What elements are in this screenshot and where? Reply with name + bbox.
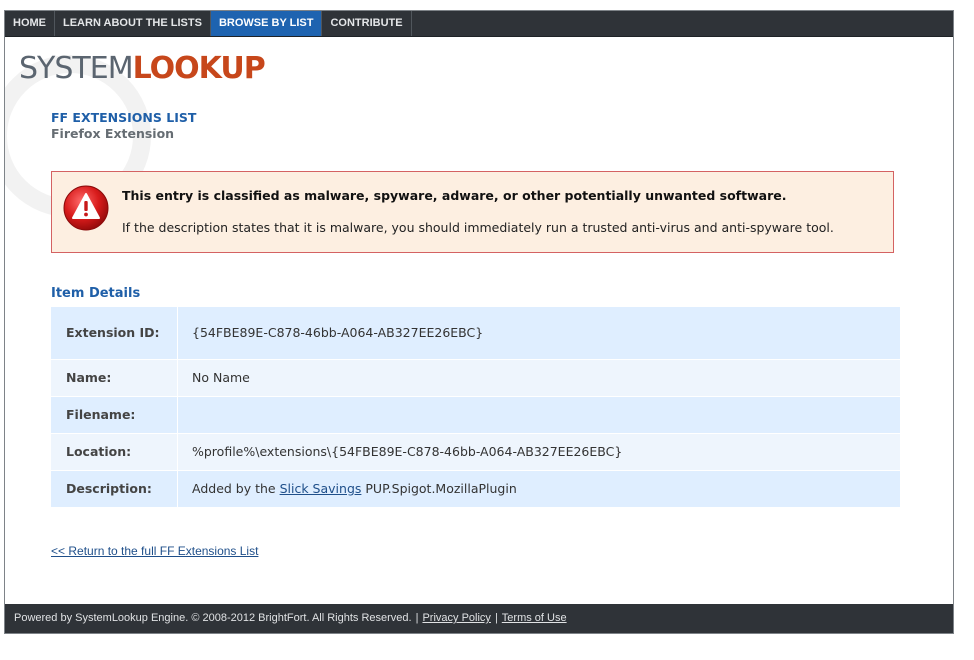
description-prefix: Added by the xyxy=(192,481,280,496)
return-to-list-link[interactable]: << Return to the full FF Extensions List xyxy=(51,544,258,558)
row-key: Extension ID: xyxy=(51,307,178,360)
alert-title: This entry is classified as malware, spy… xyxy=(122,188,787,203)
site-logo[interactable]: SYSTEMLOOKUP xyxy=(19,51,266,86)
table-row: Location: %profile%\extensions\{54FBE89E… xyxy=(51,433,900,471)
page-subtitle: Firefox Extension xyxy=(51,126,175,141)
alert-text: If the description states that it is mal… xyxy=(122,220,834,235)
row-value: No Name xyxy=(177,359,900,397)
page-title: FF EXTENSIONS LIST xyxy=(51,110,197,125)
table-row: Name: No Name xyxy=(51,359,900,397)
malware-alert: This entry is classified as malware, spy… xyxy=(51,171,894,253)
top-nav: HOME LEARN ABOUT THE LISTS BROWSE BY LIS… xyxy=(5,11,953,37)
row-value: {54FBE89E-C878-46bb-A064-AB327EE26EBC} xyxy=(177,307,900,360)
row-key: Name: xyxy=(51,359,178,397)
row-key: Description: xyxy=(51,470,178,508)
footer: Powered by SystemLookup Engine. © 2008-2… xyxy=(5,604,953,633)
description-suffix: PUP.Spigot.MozillaPlugin xyxy=(361,481,517,496)
privacy-policy-link[interactable]: Privacy Policy xyxy=(422,612,490,624)
footer-separator: | xyxy=(415,612,419,624)
table-row: Filename: xyxy=(51,396,900,434)
row-key: Filename: xyxy=(51,396,178,434)
row-key: Location: xyxy=(51,433,178,471)
item-details-table: Extension ID: {54FBE89E-C878-46bb-A064-A… xyxy=(51,307,900,508)
warning-exclamation-icon xyxy=(63,185,109,231)
slick-savings-link[interactable]: Slick Savings xyxy=(280,481,362,496)
logo-system: SYSTEM xyxy=(19,51,134,86)
nav-contribute[interactable]: CONTRIBUTE xyxy=(322,11,412,36)
nav-learn-about-the-lists[interactable]: LEARN ABOUT THE LISTS xyxy=(55,11,211,36)
nav-home[interactable]: HOME xyxy=(5,11,55,36)
terms-of-use-link[interactable]: Terms of Use xyxy=(502,612,567,624)
nav-browse-by-list[interactable]: BROWSE BY LIST xyxy=(210,11,323,36)
row-value: Added by the Slick Savings PUP.Spigot.Mo… xyxy=(177,470,900,508)
logo-lookup: LOOKUP xyxy=(132,51,266,86)
table-row: Description: Added by the Slick Savings … xyxy=(51,470,900,508)
footer-separator: | xyxy=(494,612,498,624)
table-row: Extension ID: {54FBE89E-C878-46bb-A064-A… xyxy=(51,307,900,360)
row-value: %profile%\extensions\{54FBE89E-C878-46bb… xyxy=(177,433,900,471)
item-details-heading: Item Details xyxy=(51,286,141,301)
row-value xyxy=(177,396,900,434)
footer-copyright: Powered by SystemLookup Engine. © 2008-2… xyxy=(14,612,412,624)
page-frame: HOME LEARN ABOUT THE LISTS BROWSE BY LIS… xyxy=(4,10,954,634)
